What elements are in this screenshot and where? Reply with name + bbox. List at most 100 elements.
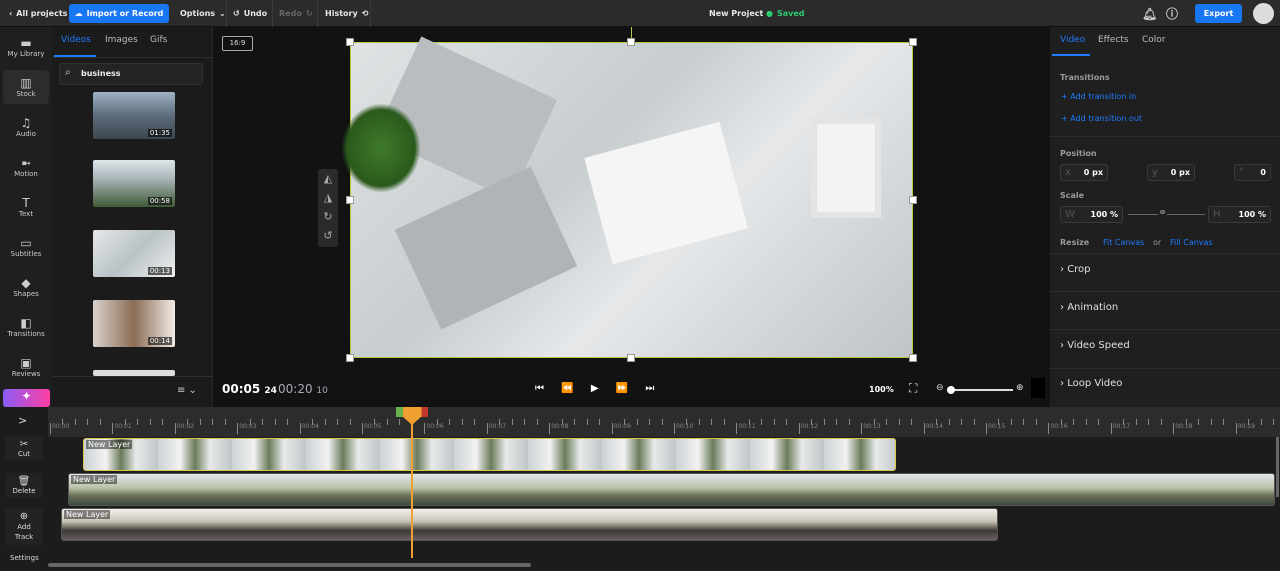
search-value: business bbox=[81, 69, 121, 78]
rotate-left-icon[interactable]: ↺ bbox=[318, 226, 338, 245]
sidebar-rail: ▬ My Library ▥ Stock ♫ Audio ➼ Motion T Text ▭ Subt… bbox=[0, 27, 52, 407]
horizontal-scrollbar[interactable] bbox=[48, 563, 531, 567]
zoom-in-icon[interactable]: ⊕ bbox=[1016, 383, 1024, 393]
sidebar-item-subtitles[interactable]: ▭ Subtitles bbox=[3, 230, 49, 264]
all-projects-link[interactable]: ‹ All projects bbox=[9, 0, 67, 27]
zoom-out-icon[interactable]: ⊖ bbox=[936, 383, 944, 393]
x-position-input[interactable]: x 0 px bbox=[1060, 164, 1108, 181]
sidebar-item-reviews[interactable]: ▣ Reviews bbox=[3, 350, 49, 384]
w-value: 100 % bbox=[1090, 210, 1119, 219]
fast-forward-icon[interactable]: ⏩ bbox=[616, 383, 628, 394]
sort-filter-icon[interactable]: ≡ ⌄ bbox=[177, 385, 197, 396]
timeline-clip[interactable]: New Layer bbox=[83, 438, 896, 471]
sidebar-item-stock[interactable]: ▥ Stock bbox=[3, 70, 49, 104]
rotation-input[interactable]: ° 0 bbox=[1234, 164, 1271, 181]
link-scale-icon[interactable]: ⚭ bbox=[1158, 206, 1168, 219]
fit-canvas-link[interactable]: Fit Canvas bbox=[1103, 238, 1144, 247]
resize-label: Resize bbox=[1060, 238, 1090, 247]
sidebar-item-transitions[interactable]: ◧ Transitions bbox=[3, 310, 49, 344]
sidebar-item-shapes[interactable]: ◆ Shapes bbox=[3, 270, 49, 304]
tab-gifs[interactable]: Gifs bbox=[150, 35, 167, 45]
laptop-shape bbox=[394, 166, 578, 330]
search-icon: ⌕ bbox=[65, 67, 71, 78]
help-icon[interactable]: ⓘ bbox=[1166, 0, 1178, 27]
timeline-clip[interactable]: New Layer bbox=[68, 473, 1275, 506]
video-speed-section[interactable]: › Video Speed bbox=[1060, 340, 1130, 351]
sidebar-item-label: Subtitles bbox=[10, 249, 42, 258]
play-icon[interactable]: ▶ bbox=[591, 383, 599, 394]
save-status: ● Saved bbox=[766, 0, 805, 27]
bell-icon[interactable]: 🔔︎ bbox=[1142, 0, 1157, 27]
flip-vertical-icon[interactable]: ◭ bbox=[318, 169, 338, 188]
history-icon: ⟲ bbox=[361, 9, 369, 18]
playhead-line[interactable] bbox=[411, 423, 413, 558]
width-scale-input[interactable]: W 100 % bbox=[1060, 206, 1123, 223]
zoom-slider-handle[interactable] bbox=[947, 386, 955, 394]
sidebar-item-label: Shapes bbox=[13, 289, 39, 298]
project-title[interactable]: New Project bbox=[709, 0, 763, 27]
height-scale-input[interactable]: H 100 % bbox=[1208, 206, 1271, 223]
tab-color[interactable]: Color bbox=[1142, 35, 1166, 45]
properties-panel: Video Effects Color Transitions + Add tr… bbox=[1050, 27, 1280, 407]
tab-videos[interactable]: Videos bbox=[61, 35, 91, 45]
reviews-icon: ▣ bbox=[20, 355, 32, 370]
skip-end-icon[interactable]: ⏭ bbox=[645, 383, 654, 394]
sidebar-item-audio[interactable]: ♫ Audio bbox=[3, 110, 49, 144]
sidebar-item-label: Transitions bbox=[7, 329, 45, 338]
sidebar-item-motion[interactable]: ➼ Motion bbox=[3, 150, 49, 184]
duration: 00:13 bbox=[147, 267, 172, 275]
animation-section[interactable]: › Animation bbox=[1060, 302, 1118, 313]
chevron-left-icon: ‹ bbox=[9, 9, 13, 18]
folder-icon: ▬ bbox=[20, 35, 32, 50]
transitions-icon: ◧ bbox=[20, 315, 32, 330]
fullscreen-icon[interactable]: ⛶ bbox=[909, 381, 917, 396]
redo-button[interactable]: Redo ↻ bbox=[279, 0, 313, 27]
video-thumbnail[interactable]: 00:58 bbox=[93, 160, 175, 207]
video-canvas[interactable] bbox=[341, 36, 913, 358]
sidebar-item-label: Motion bbox=[14, 169, 38, 178]
tab-effects[interactable]: Effects bbox=[1098, 35, 1129, 45]
sidebar-item-text[interactable]: T Text bbox=[3, 190, 49, 224]
clip-name: New Layer bbox=[71, 475, 118, 484]
add-transition-out[interactable]: + Add transition out bbox=[1061, 114, 1142, 123]
zoom-level[interactable]: 100% bbox=[869, 385, 894, 394]
video-thumbnail[interactable]: 00:14 bbox=[93, 300, 175, 347]
ai-magic-button[interactable]: ✦ bbox=[3, 389, 50, 407]
rotate-right-icon[interactable]: ↻ bbox=[318, 207, 338, 226]
cloud-upload-icon: ☁ bbox=[74, 9, 83, 18]
timeline-clip[interactable]: New Layer bbox=[61, 508, 998, 541]
clip-name: New Layer bbox=[64, 510, 111, 519]
w-label: W bbox=[1065, 209, 1075, 220]
tablet-shape bbox=[811, 118, 881, 218]
search-input[interactable]: ⌕ business bbox=[59, 63, 203, 85]
loop-video-section[interactable]: › Loop Video bbox=[1060, 378, 1122, 389]
vertical-scrollbar[interactable] bbox=[1276, 437, 1279, 497]
crop-section[interactable]: › Crop bbox=[1060, 264, 1091, 275]
total-time-value: 00:20 bbox=[278, 382, 313, 396]
flip-horizontal-icon[interactable]: ◮ bbox=[318, 188, 338, 207]
fill-canvas-link[interactable]: Fill Canvas bbox=[1170, 238, 1213, 247]
aspect-ratio-button[interactable]: 16:9 bbox=[222, 36, 253, 51]
video-thumbnail[interactable]: 00:13 bbox=[93, 230, 175, 277]
undo-button[interactable]: ↺ Undo bbox=[233, 0, 267, 27]
text-icon: T bbox=[22, 195, 30, 210]
rewind-icon[interactable]: ⏪ bbox=[561, 383, 573, 394]
skip-start-icon[interactable]: ⏮ bbox=[535, 383, 544, 394]
zoom-slider[interactable] bbox=[950, 389, 1013, 391]
options-menu[interactable]: Options ⌄ bbox=[180, 0, 226, 27]
add-transition-in[interactable]: + Add transition in bbox=[1061, 92, 1136, 101]
y-position-input[interactable]: y 0 px bbox=[1147, 164, 1195, 181]
sidebar-item-my-library[interactable]: ▬ My Library bbox=[3, 30, 49, 64]
avatar[interactable] bbox=[1253, 3, 1274, 24]
history-label: History bbox=[325, 9, 358, 18]
duration: 00:58 bbox=[147, 197, 172, 205]
x-label: x bbox=[1065, 167, 1071, 178]
tab-images[interactable]: Images bbox=[105, 35, 138, 45]
panel-toggle[interactable] bbox=[1031, 378, 1045, 398]
tab-video[interactable]: Video bbox=[1060, 35, 1085, 45]
video-thumbnail[interactable]: 01:35 bbox=[93, 92, 175, 139]
shapes-icon: ◆ bbox=[21, 275, 31, 290]
import-record-button[interactable]: ☁ Import or Record bbox=[69, 4, 169, 23]
export-button[interactable]: Export bbox=[1195, 4, 1242, 23]
history-button[interactable]: History ⟲ bbox=[325, 0, 368, 27]
